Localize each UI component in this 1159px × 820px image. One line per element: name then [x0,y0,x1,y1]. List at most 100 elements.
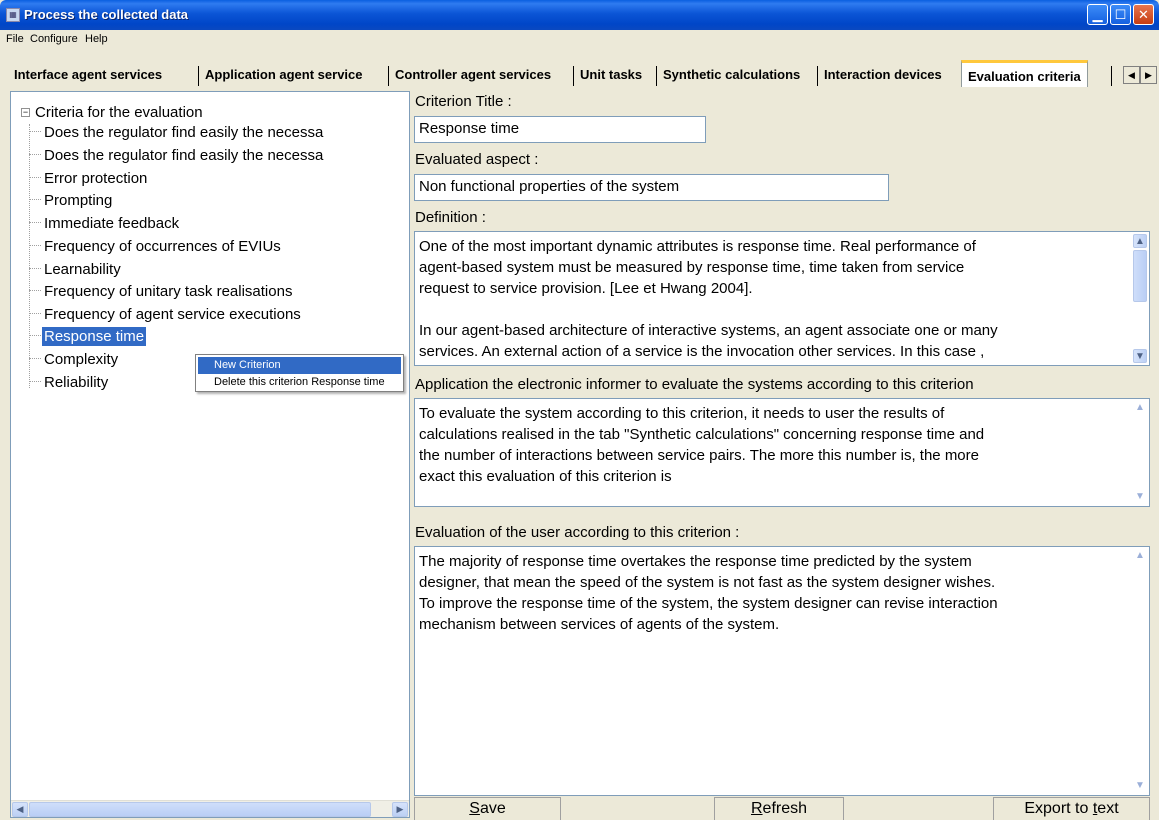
tree-item[interactable]: Frequency of unitary task realisations [29,283,294,305]
scroll-down-icon[interactable]: ▼ [1133,349,1147,363]
scroll-up-icon[interactable]: ▲ [1133,234,1147,248]
tree-connector [29,177,41,178]
refresh-button[interactable]: Refresh [714,797,844,820]
tab-evaluation-criteria[interactable]: Evaluation criteria [961,60,1088,87]
tree-item[interactable]: Prompting [29,192,114,214]
tab-interface-agent-services[interactable]: Interface agent services [8,66,168,87]
tree-item[interactable]: Immediate feedback [29,215,181,237]
tab-application-agent-service[interactable]: Application agent service [199,66,369,87]
text-line: To improve the response time of the syst… [419,595,998,612]
close-button[interactable]: ✕ [1133,4,1154,25]
tree-connector [29,358,41,359]
text-line: designer, that mean the speed of the sys… [419,574,996,591]
tree-item-label: Prompting [44,192,113,209]
tab-unit-tasks[interactable]: Unit tasks [574,66,648,87]
window-title: Process the collected data [24,7,189,22]
application-textarea[interactable]: To evaluate the system according to this… [414,398,1150,507]
scroll-right-icon[interactable]: ▶ [392,802,408,817]
tree-item[interactable]: Complexity [29,351,120,373]
refresh-mnemonic: R [750,800,763,817]
horizontal-scrollbar[interactable]: ◀ ▶ [11,800,409,817]
application-label: Application the electronic informer to e… [415,376,974,393]
tree-item[interactable]: Does the regulator find easily the neces… [29,124,325,146]
text-line: To evaluate the system according to this… [419,405,945,422]
evaluated-aspect-field[interactable]: Non functional properties of the system [414,174,889,201]
tree-item-label: Does the regulator find easily the neces… [44,147,324,164]
tree-item[interactable]: Response time [29,327,147,350]
criterion-title-label: Criterion Title : [415,93,512,110]
tree-root-label: Criteria for the evaluation [35,104,203,121]
tab-synthetic-calculations[interactable]: Synthetic calculations [657,66,806,87]
menu-help[interactable]: Help [85,33,108,45]
text-line: The majority of response time overtakes … [419,553,972,570]
save-mnemonic: S [469,800,480,817]
title-bar: ▦ Process the collected data ▁ ☐ ✕ [0,0,1159,30]
tree-connector [29,222,41,223]
tree-item[interactable]: Does the regulator find easily the neces… [29,147,325,169]
collapse-icon[interactable]: − [21,108,30,117]
export-to-text-button[interactable]: Export to text [993,797,1150,820]
tree-item-label: Response time [42,327,147,346]
definition-label: Definition : [415,209,486,226]
tree-item-label: Does the regulator find easily the neces… [44,124,324,141]
scroll-up-icon[interactable]: ▲ [1133,401,1147,415]
text-line: the number of interactions between servi… [419,447,979,464]
tree-item[interactable]: Learnability [29,261,123,283]
text-line: One of the most important dynamic attrib… [419,238,976,255]
user-evaluation-textarea[interactable]: The majority of response time overtakes … [414,546,1150,796]
tab-separator [1111,66,1112,86]
save-button[interactable]: Save [414,797,561,820]
menu-file[interactable]: File [6,33,24,45]
tree-item-label: Frequency of unitary task realisations [44,283,293,300]
export-prefix: Export to [1024,800,1093,817]
criteria-tree[interactable]: − Criteria for the evaluation Does the re… [10,91,410,818]
menu-configure[interactable]: Configure [30,33,78,45]
user-evaluation-label: Evaluation of the user according to this… [415,524,740,541]
tree-item-label: Reliability [44,374,109,391]
tree-item-label: Frequency of occurrences of EVIUs [44,238,281,255]
tab-strip: Interface agent services Application age… [8,56,1159,87]
criterion-title-field[interactable]: Response time [414,116,706,143]
tree-item[interactable]: Reliability [29,374,110,396]
tree-item-label: Immediate feedback [44,215,180,232]
tree-connector [29,199,41,200]
definition-scrollbar[interactable]: ▲ ▼ [1132,232,1149,365]
text-line: exact this evaluation of this criterion … [419,468,672,485]
text-line: mechanism between services of agents of … [419,616,780,633]
tree-connector [29,154,41,155]
tree-connector [29,131,41,132]
tree-item[interactable]: Frequency of agent service executions [29,306,303,328]
tree-connector [29,290,41,291]
scroll-up-icon[interactable]: ▲ [1133,549,1147,563]
context-menu-new-criterion[interactable]: New Criterion [198,357,401,374]
tree-item-label: Frequency of agent service executions [44,306,301,323]
refresh-label: efresh [762,800,808,817]
scrollbar-thumb[interactable] [29,802,371,817]
tree-item[interactable]: Error protection [29,170,149,192]
text-line: calculations realised in the tab "Synthe… [419,426,985,443]
tab-interaction-devices[interactable]: Interaction devices [818,66,948,87]
tree-connector [29,313,41,314]
scroll-down-icon[interactable]: ▼ [1133,490,1147,504]
user-evaluation-scrollbar[interactable]: ▲ ▼ [1132,547,1149,795]
tree-root[interactable]: − Criteria for the evaluation [21,104,203,121]
tree-item[interactable]: Frequency of occurrences of EVIUs [29,238,283,260]
minimize-button[interactable]: ▁ [1087,4,1108,25]
application-scrollbar[interactable]: ▲ ▼ [1132,399,1149,506]
tab-scroll-left-icon[interactable]: ◀ [1123,66,1140,84]
tree-connector [29,245,41,246]
definition-textarea[interactable]: One of the most important dynamic attrib… [414,231,1150,366]
tree-item-label: Error protection [44,170,148,187]
tab-controller-agent-services[interactable]: Controller agent services [389,66,557,87]
text-line [419,299,1125,320]
save-label: ave [479,800,506,817]
scrollbar-thumb[interactable] [1133,250,1147,302]
tab-scroll-right-icon[interactable]: ▶ [1140,66,1157,84]
maximize-button[interactable]: ☐ [1110,4,1131,25]
scroll-left-icon[interactable]: ◀ [12,802,28,817]
context-menu: New Criterion Delete this criterion Resp… [195,354,404,392]
tree-item-label: Learnability [44,261,121,278]
context-menu-delete-criterion[interactable]: Delete this criterion Response time [198,374,401,391]
tree-connector [29,335,41,336]
scroll-down-icon[interactable]: ▼ [1133,779,1147,793]
